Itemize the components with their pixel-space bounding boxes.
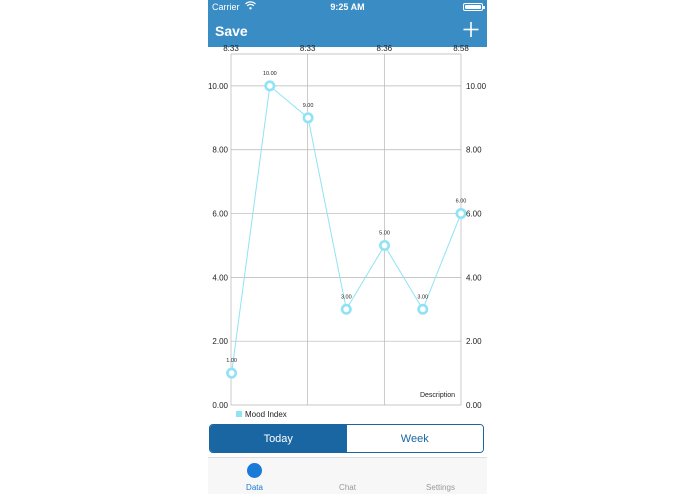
legend-swatch <box>236 411 242 417</box>
y-tick-label-left: 2.00 <box>212 337 228 346</box>
status-bar: Carrier 9:25 AM <box>208 0 487 14</box>
x-tick-label-top: 8:33 <box>300 44 316 53</box>
y-tick-label-left: 10.00 <box>208 82 229 91</box>
data-point <box>340 303 352 315</box>
data-label: 3.00 <box>341 294 352 300</box>
save-button[interactable]: Save <box>215 23 248 39</box>
tab-chat-label: Chat <box>339 483 356 492</box>
y-tick-label-right: 8.00 <box>466 146 482 155</box>
tab-bar: Data Chat Settings <box>208 457 487 494</box>
y-tick-label-right: 6.00 <box>466 210 482 219</box>
segment-week[interactable]: Week <box>346 425 483 452</box>
data-point <box>264 80 276 92</box>
y-tick-label-left: 0.00 <box>212 401 228 410</box>
x-tick-label-top: 8:36 <box>377 44 393 53</box>
data-point <box>379 239 391 251</box>
data-point <box>226 367 238 379</box>
y-tick-label-right: 10.00 <box>466 82 487 91</box>
y-tick-label-left: 8.00 <box>212 146 228 155</box>
data-label: 3.00 <box>417 294 428 300</box>
data-tab-icon <box>247 463 262 478</box>
tab-settings-label: Settings <box>426 483 455 492</box>
data-point <box>417 303 429 315</box>
phone-screen: Carrier 9:25 AM Save 0.00 0.00 2.00 2.00 4.0… <box>208 0 487 494</box>
y-tick-label-right: 0.00 <box>466 401 482 410</box>
data-label: 6.00 <box>456 199 467 205</box>
mood-index-line <box>231 84 462 374</box>
segment-today[interactable]: Today <box>210 425 347 452</box>
data-label: 9.00 <box>303 103 314 109</box>
tab-data[interactable]: Data <box>208 458 301 494</box>
legend-label: Mood Index <box>245 410 287 419</box>
tab-settings[interactable]: Settings <box>394 458 487 494</box>
chart-description: Description <box>420 392 455 399</box>
y-tick-label-left: 4.00 <box>212 273 228 282</box>
data-label: 1.00 <box>226 358 237 364</box>
data-label: 10.00 <box>263 71 277 77</box>
nav-bar: Save <box>208 14 487 47</box>
plus-icon[interactable] <box>463 20 479 38</box>
tab-chat[interactable]: Chat <box>301 458 394 494</box>
x-tick-label-top: 8:33 <box>223 44 239 53</box>
tab-data-label: Data <box>246 483 263 492</box>
mood-line-chart: 0.00 0.00 2.00 2.00 4.00 4.00 6.00 6.00 8.00 8.00… <box>208 44 487 419</box>
y-tick-label-right: 2.00 <box>466 337 482 346</box>
x-tick-label-top: 8:58 <box>453 44 469 53</box>
battery-icon <box>463 3 485 11</box>
data-label: 5.00 <box>379 230 390 236</box>
y-tick-label-left: 6.00 <box>212 210 228 219</box>
status-time: 9:25 AM <box>330 2 365 12</box>
range-segmented-control: Today Week <box>209 424 484 453</box>
data-point <box>302 112 314 124</box>
y-tick-label-right: 4.00 <box>466 273 482 282</box>
data-point <box>455 208 467 220</box>
